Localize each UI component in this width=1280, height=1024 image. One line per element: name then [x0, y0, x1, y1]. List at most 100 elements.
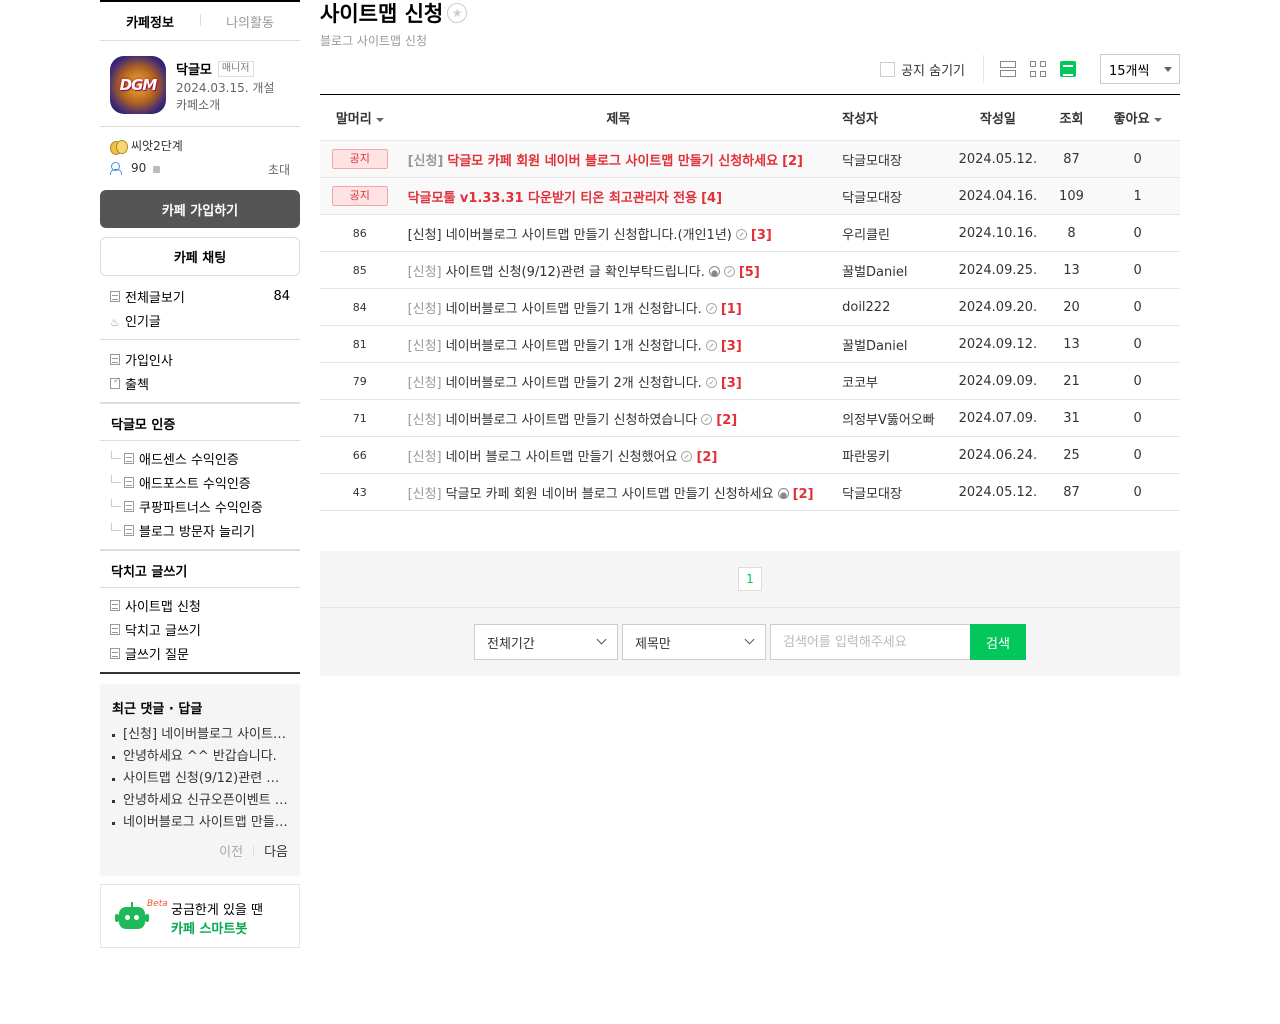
view-list-icon[interactable] [1000, 61, 1016, 77]
hide-notice-checkbox[interactable] [880, 61, 896, 77]
menu-adsense[interactable]: 애드센스 수익인증 [100, 446, 300, 470]
attachment-icon [705, 339, 717, 351]
hide-notice-toggle[interactable]: 공지 숨기기 [880, 60, 965, 79]
recent-comment-item[interactable]: 안녕하세요 신규오픈이벤트 트위터 블로그 [112, 790, 290, 812]
post-number: 66 [352, 448, 367, 462]
recent-comment-item[interactable]: [신청] 네이버블로그 사이트맵 만들기 신청합니다. [112, 724, 290, 746]
comment-count[interactable]: [5] [739, 265, 760, 280]
page-number-current[interactable]: 1 [738, 567, 762, 591]
recent-comment-item[interactable]: 사이트맵 신청(9/12)관련 글 확인부탁드립니다. [112, 768, 290, 790]
post-author[interactable]: 꿀벌Daniel [829, 251, 949, 289]
search-button[interactable]: 검색 [970, 624, 1026, 660]
post-date: 2024.04.16. [948, 177, 1048, 215]
column-head-filter[interactable]: 말머리 [320, 95, 400, 141]
menu-coupang[interactable]: 쿠팡파트너스 수익인증 [100, 494, 300, 518]
post-title-link[interactable]: 네이버블로그 사이트맵 만들기 1개 신청합니다. [446, 302, 702, 317]
table-row[interactable]: 71 [신청] 네이버블로그 사이트맵 만들기 신청하였습니다 [2] 의정부V뚫어오빠… [320, 399, 1180, 437]
post-author[interactable]: 꿀벌Daniel [829, 325, 949, 363]
invite-link[interactable]: 초대 [268, 161, 290, 178]
recent-next-button[interactable]: 다음 [264, 841, 288, 860]
recent-comment-item[interactable]: 네이버블로그 사이트맵 만들기 1개 신청합니다. [112, 812, 290, 834]
cell-number: 공지 [320, 177, 400, 215]
caret-down-icon [1164, 67, 1172, 72]
comment-count[interactable]: [3] [721, 376, 742, 391]
post-title-link[interactable]: 네이버블로그 사이트맵 만들기 신청하였습니다 [446, 413, 698, 428]
menu-all-posts[interactable]: 전체글보기 84 [100, 284, 300, 308]
comment-count[interactable]: [2] [716, 413, 737, 428]
tab-my-activity[interactable]: 나의활동 [200, 12, 300, 31]
post-author[interactable]: 파란몽키 [829, 436, 949, 474]
comment-count[interactable]: [4] [701, 191, 722, 206]
comment-count[interactable]: [3] [721, 339, 742, 354]
smartbot-banner[interactable]: Beta 궁금한게 있을 땐 카페 스마트봇 [100, 884, 300, 948]
post-date: 2024.10.16. [948, 214, 1048, 252]
comment-count[interactable]: [3] [751, 228, 772, 243]
post-views: 21 [1047, 362, 1096, 400]
post-title-link[interactable]: 닥글모툴 v1.33.31 다운받기 티온 최고관리자 전용 [408, 191, 698, 206]
menu-writing-questions[interactable]: 글쓰기 질문 [100, 641, 300, 665]
page-title-text: 사이트맵 신청 [320, 2, 444, 26]
post-author[interactable]: doil222 [829, 288, 949, 326]
table-row[interactable]: 86 [신청] 네이버블로그 사이트맵 만들기 신청합니다.(개인1년) [3] 우리… [320, 214, 1180, 252]
post-author[interactable]: 닥글모대장 [829, 140, 949, 178]
cafe-level[interactable]: 씨앗2단계 [110, 137, 183, 155]
post-title-link[interactable]: 사이트맵 신청(9/12)관련 글 확인부탁드립니다. [446, 265, 705, 280]
board-icon [110, 290, 120, 302]
view-text-icon[interactable] [1060, 61, 1076, 77]
menu-attendance[interactable]: 출첵 [100, 371, 300, 395]
tab-cafe-info[interactable]: 카페정보 [100, 12, 200, 31]
cafe-members[interactable]: 90 [110, 161, 161, 175]
post-title-link[interactable]: 닥글모 카페 회원 네이버 블로그 사이트맵 만들기 신청하세요 [447, 154, 778, 169]
post-title-link[interactable]: 네이버 블로그 사이트맵 만들기 신청했어요 [446, 450, 678, 465]
post-author[interactable]: 의정부V뚫어오빠 [829, 399, 949, 437]
cafe-intro-link[interactable]: 카페소개 [176, 96, 220, 113]
cafe-chat-button[interactable]: 카페 채팅 [100, 237, 300, 276]
post-title-link[interactable]: 네이버블로그 사이트맵 만들기 1개 신청합니다. [446, 339, 702, 354]
comment-count[interactable]: [1] [721, 302, 742, 317]
period-select[interactable]: 전체기간 [474, 624, 618, 660]
notice-row[interactable]: 공지 [신청] 닥글모 카페 회원 네이버 블로그 사이트맵 만들기 신청하세요 [2… [320, 140, 1180, 178]
post-author[interactable]: 닥글모대장 [829, 473, 949, 511]
join-cafe-button[interactable]: 카페 가입하기 [100, 190, 300, 228]
post-title-link[interactable]: [신청] 네이버블로그 사이트맵 만들기 신청합니다.(개인1년) [408, 228, 732, 243]
post-author[interactable]: 코코부 [829, 362, 949, 400]
menu-just-write[interactable]: 닥치고 글쓰기 [100, 617, 300, 641]
post-title-link[interactable]: 네이버블로그 사이트맵 만들기 2개 신청합니다. [446, 376, 702, 391]
view-grid-icon[interactable] [1030, 61, 1046, 77]
cell-title: [신청] 네이버 블로그 사이트맵 만들기 신청했어요 [2] [399, 436, 830, 474]
table-row[interactable]: 84 [신청] 네이버블로그 사이트맵 만들기 1개 신청합니다. [1] doil22… [320, 288, 1180, 326]
table-row[interactable]: 79 [신청] 네이버블로그 사이트맵 만들기 2개 신청합니다. [3] 코코부 202… [320, 362, 1180, 400]
post-views: 31 [1047, 399, 1096, 437]
menu-adpost[interactable]: 애드포스트 수익인증 [100, 470, 300, 494]
chevron-down-icon [744, 634, 755, 645]
search-scope-select[interactable]: 제목만 [622, 624, 766, 660]
post-author[interactable]: 우리클린 [829, 214, 949, 252]
cell-title: 닥글모툴 v1.33.31 다운받기 티온 최고관리자 전용 [4] [399, 177, 830, 215]
menu-sitemap-request[interactable]: 사이트맵 신청 [100, 593, 300, 617]
search-bar: 전체기간 제목만 검색 [474, 624, 1026, 660]
table-row[interactable]: 43 [신청] 닥글모 카페 회원 네이버 블로그 사이트맵 만들기 신청하세요 [2… [320, 473, 1180, 511]
menu-popular[interactable]: 인기글 [100, 308, 300, 332]
star-icon[interactable]: ★ [447, 3, 468, 23]
menu-blog-visitors[interactable]: 블로그 방문자 늘리기 [100, 518, 300, 542]
comment-count[interactable]: [2] [793, 487, 814, 502]
menu-greetings[interactable]: 가입인사 [100, 347, 300, 371]
post-title-link[interactable]: 닥글모 카페 회원 네이버 블로그 사이트맵 만들기 신청하세요 [446, 487, 774, 502]
recent-prev-button[interactable]: 이전 [219, 841, 243, 860]
column-likes-sort[interactable]: 좋아요 [1095, 95, 1180, 141]
post-author[interactable]: 닥글모대장 [829, 177, 949, 215]
table-row[interactable]: 85 [신청] 사이트맵 신청(9/12)관련 글 확인부탁드립니다. [5] 꿀벌Da… [320, 251, 1180, 289]
recent-comment-item[interactable]: 안녕하세요 ^^ 반갑습니다. [112, 746, 290, 768]
comment-count[interactable]: [2] [782, 154, 803, 169]
table-row[interactable]: 66 [신청] 네이버 블로그 사이트맵 만들기 신청했어요 [2] 파란몽키 2024.… [320, 436, 1180, 474]
cell-title: [신청] 닥글모 카페 회원 네이버 블로그 사이트맵 만들기 신청하세요 [2] [399, 140, 830, 178]
per-page-select[interactable]: 15개씩 [1100, 54, 1180, 84]
table-header: 말머리 제목 작성자 작성일 조회 좋아요 [320, 94, 1180, 141]
cafe-logo[interactable]: DGM [110, 56, 166, 114]
notice-row[interactable]: 공지 닥글모툴 v1.33.31 다운받기 티온 최고관리자 전용 [4] 닥글모대장… [320, 177, 1180, 215]
table-row[interactable]: 81 [신청] 네이버블로그 사이트맵 만들기 1개 신청합니다. [3] 꿀벌Dani… [320, 325, 1180, 363]
search-input[interactable] [770, 624, 970, 660]
cafe-name[interactable]: 닥글모 [176, 59, 212, 78]
post-views: 8 [1047, 214, 1096, 252]
comment-count[interactable]: [2] [696, 450, 717, 465]
